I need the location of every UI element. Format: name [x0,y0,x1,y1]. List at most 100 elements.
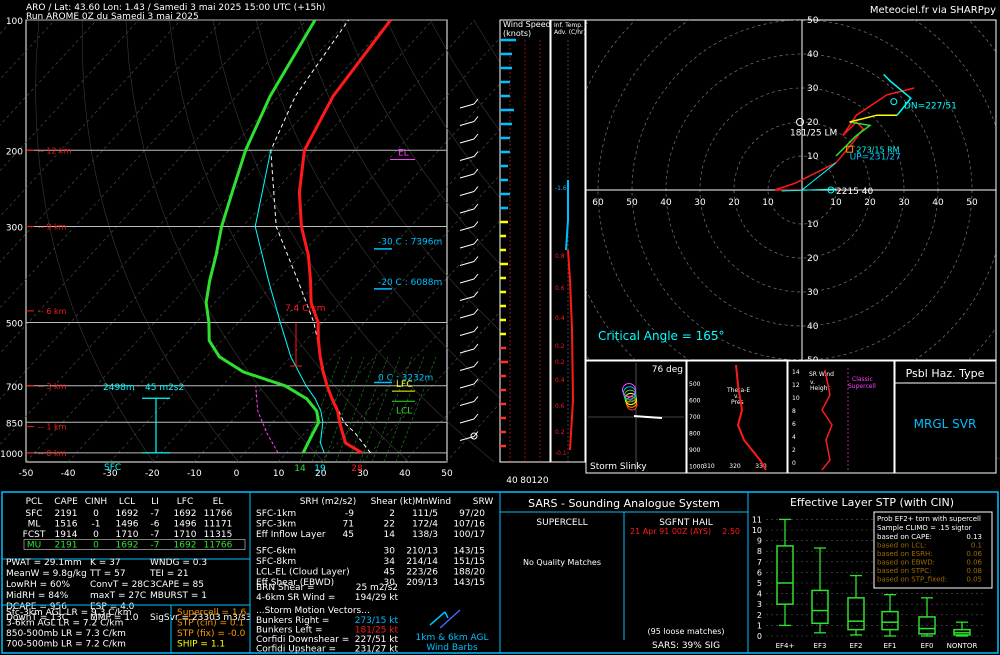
index-value: TT = 57 [89,569,126,579]
composite-param: STP (cin) = 0.1 [177,619,244,629]
pressure-label: 850 [6,419,23,429]
stp-title: Effective Layer STP (with CIN) [790,496,954,509]
stp-legend-label: based on ESRH: [877,550,933,558]
parcel-cell: 1692 [116,541,139,551]
parcel-cell: 11766 [204,509,233,519]
composite-param: STP (fix) = -0.0 [177,629,246,639]
hodo-axis-tick: 30 [898,198,910,208]
stp-category: EF1 [884,642,897,650]
height-label: -- 1 km [38,423,67,432]
parcel-cell: 0 [93,530,99,540]
kin-value: 45 [384,568,395,578]
el-label: EL [398,148,409,158]
dn-label: DN=227/51 [904,101,957,111]
srwind-tick: 0 [792,460,796,467]
kin-label: SFC-3km [256,520,296,530]
infadv-value: 0.2 [555,429,565,436]
stp-legend-value: 0.05 [966,576,982,584]
srwind-frame [787,360,895,474]
kin-value: 210/13 [406,547,438,557]
wind-barb-flag [473,361,479,367]
sars-no-match: No Quality Matches [523,558,601,567]
wind-barb-flag [473,343,479,350]
sars-supercell: SUPERCELL [536,518,587,528]
wind-barb [459,103,475,109]
height-label: -- 12 km [38,146,72,155]
stp-legend-value: 0.1 [971,542,982,550]
brn-label: BRN Shear = [256,583,315,593]
index-value: MidRH = 84% [6,591,69,601]
isotherm-line [0,19,13,35]
stp-legend-value: 0.06 [966,559,982,567]
stp-legend-label: based on STP_fixed: [877,576,947,584]
wind-barb-flag [473,238,479,245]
kin-header: MnWind [415,497,451,507]
index-value: ConvT = 28C [90,580,149,590]
stp-category: EF0 [921,642,934,650]
stp-ytick: 5 [757,579,762,588]
srwind-tick: 6 [792,421,796,428]
lapse-rate: 700-500mb LR = 7.2 C/km [6,640,126,650]
lapse-rate: Sfc-3km AGL LR = 9.3 C/km [6,608,132,618]
composite-param: SHIP = 1.1 [177,640,225,650]
parcel-cell: 1496 [174,520,197,530]
parcel-cell: 1914 [55,530,78,540]
kin-value: 214/14 [406,557,438,567]
stp-ytick: 6 [757,568,762,577]
hodo-ring-label-up: 50 [807,16,819,26]
iso20-label: -20 C : 6088m [378,278,442,288]
wind-barb [459,173,475,179]
sfc-label: SFC [104,463,121,473]
parcel-cell: 11766 [204,541,233,551]
kin-value: 30 [384,547,396,557]
iso30-label: -30 C : 7396m [378,237,442,247]
kin-value: 223/26 [406,568,438,578]
critical-angle-label: Critical Angle = 165° [598,329,725,343]
srw-value: 194/29 kt [355,593,399,603]
wind-barb [459,418,475,424]
hodo-ring-label-down: 20 [807,254,819,264]
hazard-title: Psbl Haz. Type [906,367,985,380]
hodo-axis-tick: 20 [864,198,876,208]
temp-tick-label: -20 [145,469,160,479]
parcel-cell: 1516 [55,520,78,530]
kin-value: 107/16 [453,520,485,530]
srwind-title1: SR Wind [809,371,834,378]
sounding-figure: ARO / Lat: 43.60 Lon: 1.43 / Samedi 3 ma… [0,3,1000,655]
kin-label: Eff Inflow Layer [256,530,326,540]
eff-inflow-srh: 45 m2s2 [145,383,184,393]
parcel-cell: MU [27,541,41,551]
stp-legend-label: based on CAPE: [877,533,932,541]
kin-value: 143/15 [453,578,485,588]
stp-ytick: 4 [757,590,762,599]
wind-barb [459,278,475,284]
thetae-ptick: 1000 [689,464,704,471]
wind-barb [459,208,475,214]
srwind-title3: Height [810,385,830,392]
hodo-axis-tick: 10 [830,198,842,208]
wind-barb [459,383,475,389]
thetae-tick: 320 [729,463,741,470]
hodo-overlap-ticks: 2215 40 [836,187,873,197]
temp-tick-label: -50 [19,469,34,479]
stp-legend-label: based on STPC: [877,567,932,575]
parcel-cell: -7 [151,541,160,551]
wind-barb [459,401,475,406]
kin-value: 151/15 [453,557,485,567]
stp-legend-line2: Sample CLIMO = .15 sigtor [877,524,972,532]
kin-value: 45 [343,530,354,540]
infadv-value: -0.1 [555,450,567,457]
surface-value: 28 [351,464,363,474]
lcl-label: LCL [396,407,412,417]
wind-barb [459,191,475,196]
parcel-cell: 2191 [55,509,78,519]
index-value: MBURST = 1 [150,591,207,601]
infadv-value: 0.6 [555,285,565,292]
speed-tick: 40 [506,476,518,486]
parcel-cell: 1710 [174,530,197,540]
hodo-axis-tick: 10 [762,198,774,208]
pressure-label: 100 [6,17,23,27]
barbs-label1: 1km & 6km AGL [416,633,489,643]
kin-value: 100/17 [453,530,485,540]
parcel-header: CAPE [54,497,78,507]
